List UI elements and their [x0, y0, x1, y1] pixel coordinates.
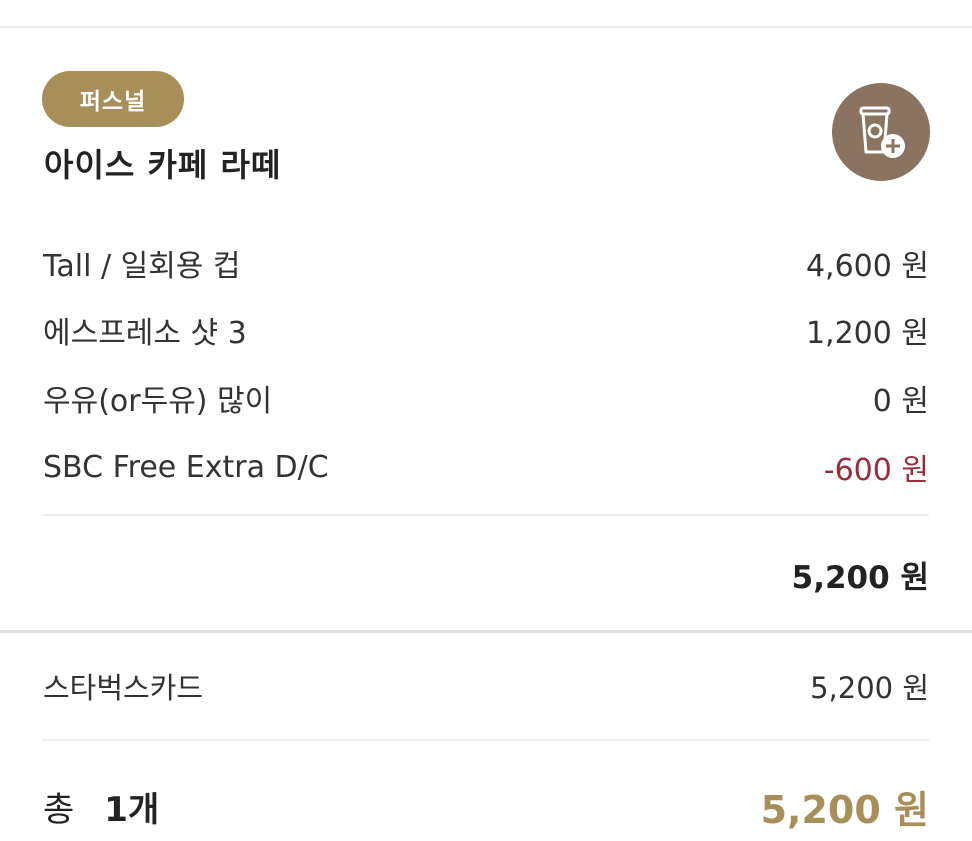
option-label: 에스프레소 샷 3	[43, 316, 247, 351]
option-price: 1,200 원	[805, 316, 929, 351]
payment-row: 스타벅스카드 5,200 원	[43, 664, 929, 708]
total-amount: 5,200 원	[760, 787, 929, 832]
item-name: 아이스 카페 라떼	[44, 146, 282, 184]
option-row: SBC Free Extra D/C -600 원	[43, 445, 929, 489]
section-divider	[0, 630, 972, 633]
option-price-discount: -600 원	[823, 453, 929, 488]
total-count: 1개	[104, 789, 160, 830]
cup-plus-icon	[859, 106, 905, 158]
subtotal-price: 5,200 원	[791, 560, 929, 596]
option-price: 4,600 원	[805, 249, 929, 284]
option-label: SBC Free Extra D/C	[43, 449, 329, 485]
total-label: 총	[43, 789, 75, 830]
total-summary: 총 1개	[43, 782, 159, 831]
total-row: 총 1개 5,200 원	[43, 778, 929, 834]
payment-method: 스타벅스카드	[43, 671, 204, 705]
personal-badge: 퍼스널	[42, 71, 184, 127]
options-divider	[43, 514, 929, 516]
top-divider	[0, 26, 972, 28]
option-row: Tall / 일회용 컵 4,600 원	[43, 241, 929, 285]
option-label: Tall / 일회용 컵	[43, 249, 241, 284]
option-price: 0 원	[872, 384, 929, 419]
payment-divider	[43, 739, 929, 741]
payment-amount: 5,200 원	[810, 671, 929, 705]
option-row: 우유(or두유) 많이 0 원	[43, 376, 929, 420]
option-label: 우유(or두유) 많이	[43, 384, 273, 419]
add-cup-button[interactable]	[832, 83, 930, 181]
option-row: 에스프레소 샷 3 1,200 원	[43, 308, 929, 352]
